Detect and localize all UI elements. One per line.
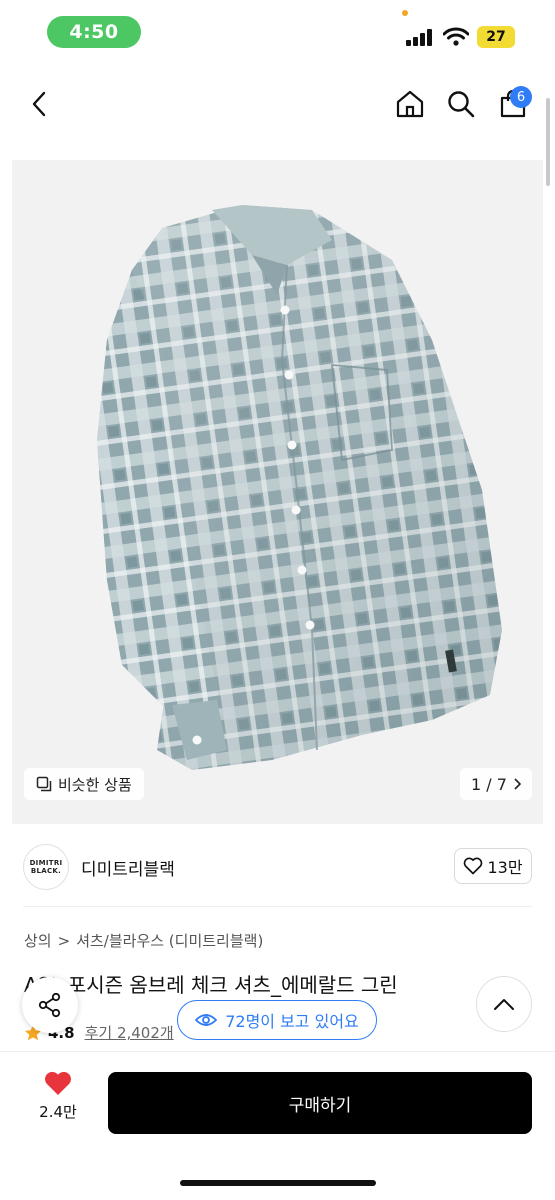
heart-filled-icon bbox=[45, 1071, 71, 1095]
wishlist-button[interactable]: 2.4만 bbox=[30, 1070, 86, 1134]
live-viewers-indicator: 72명이 보고 있어요 bbox=[177, 1000, 377, 1040]
product-title: ASL 포시즌 옴브레 체크 셔츠_에메랄드 그린 bbox=[24, 973, 398, 997]
search-button[interactable] bbox=[441, 84, 481, 124]
brand-row[interactable]: DIMITRI BLACK. 디미트리블랙 13만 bbox=[0, 842, 555, 894]
breadcrumb-subcategory[interactable]: 셔츠/블라우스 (디미트리블랙) bbox=[76, 930, 263, 951]
status-time: 4:50 bbox=[47, 16, 141, 48]
section-divider bbox=[23, 906, 532, 907]
brand-logo-line1: DIMITRI bbox=[29, 858, 63, 867]
image-page-counter[interactable]: 1 / 7 bbox=[460, 768, 532, 800]
buy-button[interactable]: 구매하기 bbox=[108, 1072, 532, 1134]
heart-outline-icon bbox=[464, 857, 483, 875]
cart-count-badge: 6 bbox=[510, 86, 532, 108]
eye-icon bbox=[195, 1014, 218, 1026]
copy-icon bbox=[36, 776, 52, 792]
back-button[interactable] bbox=[20, 84, 60, 124]
share-icon bbox=[38, 992, 61, 1018]
privacy-dot-icon bbox=[402, 10, 408, 16]
reviews-link[interactable]: 후기 2,402개 bbox=[85, 1022, 174, 1043]
brand-logo-line2: BLACK. bbox=[30, 867, 62, 875]
chevron-right-icon bbox=[514, 778, 521, 790]
home-indicator[interactable] bbox=[180, 1180, 376, 1186]
status-bar: 4:50 27 bbox=[0, 0, 555, 62]
chevron-up-icon bbox=[494, 999, 514, 1010]
chevron-left-icon bbox=[32, 91, 46, 117]
live-viewers-text: 72명이 보고 있어요 bbox=[225, 1012, 359, 1031]
breadcrumb-category[interactable]: 상의 bbox=[24, 930, 52, 951]
page-counter-text: 1 / 7 bbox=[471, 774, 507, 794]
wishlist-count: 2.4만 bbox=[39, 1103, 77, 1121]
similar-products-button[interactable]: 비슷한 상품 bbox=[24, 768, 144, 800]
page-scrollbar[interactable] bbox=[546, 98, 550, 186]
battery-indicator: 27 bbox=[477, 26, 515, 48]
brand-like-button[interactable]: 13만 bbox=[454, 848, 532, 884]
brand-like-count: 13만 bbox=[487, 858, 523, 877]
scroll-to-top-button[interactable] bbox=[476, 976, 532, 1032]
bottom-action-bar: 2.4만 구매하기 bbox=[0, 1052, 555, 1200]
brand-name[interactable]: 디미트리블랙 bbox=[81, 855, 175, 880]
breadcrumb-separator-icon: > bbox=[57, 931, 71, 950]
search-icon bbox=[448, 91, 475, 118]
cellular-signal-icon bbox=[406, 28, 436, 46]
brand-logo[interactable]: DIMITRI BLACK. bbox=[23, 844, 69, 890]
home-button[interactable] bbox=[390, 84, 430, 124]
product-image-carousel[interactable] bbox=[12, 160, 543, 824]
product-photo bbox=[97, 205, 502, 770]
home-icon bbox=[396, 90, 424, 118]
top-nav-bar bbox=[0, 72, 555, 136]
share-button[interactable] bbox=[22, 977, 78, 1033]
breadcrumb: 상의 > 셔츠/블라우스 (디미트리블랙) bbox=[24, 930, 263, 951]
similar-products-label: 비슷한 상품 bbox=[58, 775, 132, 794]
wifi-icon bbox=[443, 27, 469, 46]
